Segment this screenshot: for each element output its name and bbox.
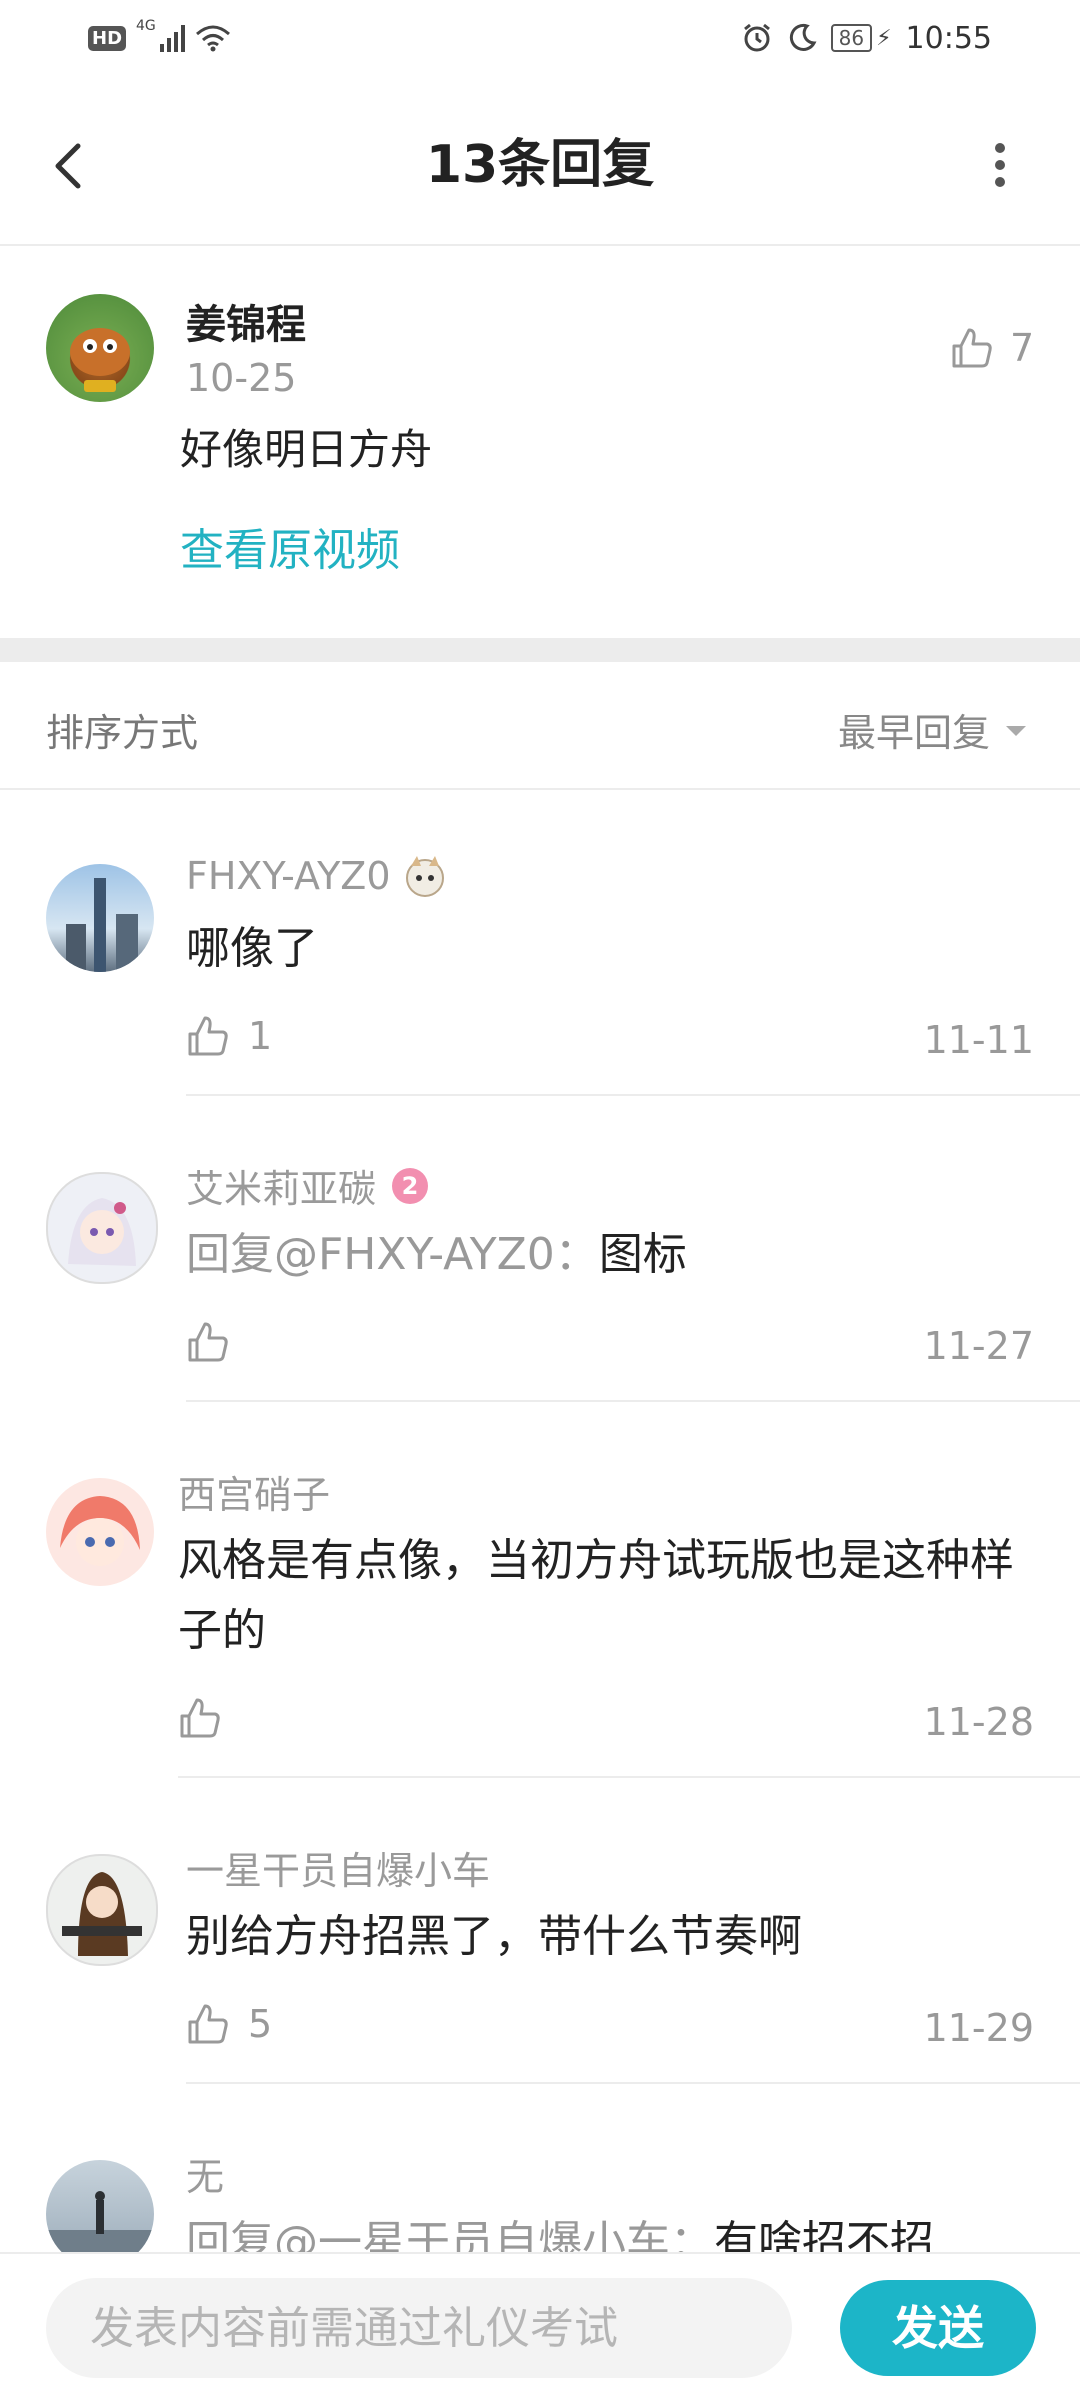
sort-value: 最早回复	[837, 711, 990, 755]
reply-date: 11-29	[923, 2006, 1034, 2050]
reply-author[interactable]: 无	[186, 2146, 224, 2201]
avatar-image	[68, 1198, 136, 1266]
thumbs-up-icon	[188, 1322, 228, 1362]
status-left: HD 4G	[88, 18, 231, 58]
moon-icon	[789, 23, 817, 51]
reply-mention[interactable]: 回复@一星干员自爆小车：	[186, 2217, 714, 2252]
reply-text: 别给方舟招黑了，带什么节奏啊	[186, 1911, 802, 1962]
reply-author[interactable]: FHXY-AYZ0	[186, 854, 391, 898]
thumbs-up-icon	[188, 1016, 228, 1056]
level-2-badge-icon: 2	[392, 1167, 429, 1204]
avatar-image	[66, 878, 138, 972]
avatar[interactable]	[46, 2160, 154, 2252]
comment-text: 好像明日方舟	[180, 425, 433, 474]
reply-text: 图标	[598, 1229, 687, 1280]
reply-author[interactable]: 西宫硝子	[178, 1464, 330, 1519]
reply-like-button[interactable]	[186, 1320, 248, 1364]
list-item: FHXY-AYZ0 哪像了 1 11-11	[0, 790, 1080, 1096]
comment-input[interactable]	[46, 2278, 792, 2378]
avatar[interactable]	[46, 294, 154, 402]
thumbs-up-icon	[180, 1698, 220, 1738]
page-title: 13条回复	[425, 135, 655, 195]
like-count: 7	[1010, 326, 1035, 370]
sort-row: 排序方式 最早回复	[0, 662, 1080, 788]
reply-author[interactable]: 艾米莉亚碳	[186, 1158, 376, 1213]
status-right: 86 ⚡ 10:55	[741, 18, 992, 58]
avatar-sticker-icon	[405, 856, 444, 897]
avatar[interactable]	[46, 864, 154, 972]
sort-dropdown[interactable]: 最早回复	[838, 702, 1030, 757]
list-item: 艾米莉亚碳 2 回复@FHXY-AYZ0：图标 11-27	[0, 1096, 1080, 1402]
chevron-down-icon	[1006, 725, 1026, 736]
hd-icon: HD	[88, 25, 127, 51]
charging-icon: ⚡	[876, 25, 892, 51]
send-button[interactable]: 发送	[840, 2280, 1036, 2376]
reply-header: FHXY-AYZ0	[186, 852, 449, 900]
reply-date: 11-11	[923, 1018, 1034, 1062]
list-item: 西宫硝子 风格是有点像，当初方舟试玩版也是这种样子的 11-28	[0, 1402, 1080, 1778]
avatar-image	[46, 2191, 154, 2252]
reply-text: 有啥招不招	[714, 2217, 934, 2252]
comment-date: 10-25	[186, 356, 297, 400]
section-gap	[0, 638, 1080, 662]
reply-date: 11-27	[923, 1324, 1034, 1368]
reply-header: 艾米莉亚碳 2	[186, 1158, 430, 1213]
battery-icon: 86	[830, 24, 873, 52]
avatar[interactable]	[46, 1172, 158, 1284]
network-type: 4G	[136, 18, 156, 34]
signal-icon	[159, 24, 185, 52]
main-comment: 姜锦程 10-25 好像明日方舟 查看原视频 7	[0, 246, 1080, 638]
thumbs-up-icon	[952, 328, 992, 368]
sort-label: 排序方式	[46, 711, 199, 755]
alarm-icon	[743, 23, 770, 52]
view-original-video-link[interactable]: 查看原视频	[180, 514, 400, 578]
back-button[interactable]	[40, 126, 100, 206]
list-item: 无 回复@一星干员自爆小车：有啥招不招	[0, 2084, 1080, 2252]
comment-author[interactable]: 姜锦程	[186, 292, 306, 350]
reply-date: 11-28	[923, 1700, 1034, 1744]
thumbs-up-icon	[188, 2004, 228, 2044]
avatar[interactable]	[46, 1854, 158, 1966]
more-button[interactable]	[970, 130, 1030, 210]
comment-composer: 发送	[0, 2252, 1080, 2402]
reply-like-button[interactable]: 5	[186, 2002, 272, 2046]
reply-text-line: 回复@FHXY-AYZ0：图标	[186, 1220, 687, 1290]
status-time: 10:55	[905, 20, 992, 56]
avatar-image	[62, 1872, 142, 1956]
title-bar: 13条回复	[0, 90, 1080, 240]
back-arrow-icon	[55, 143, 81, 189]
like-count: 1	[248, 1014, 273, 1058]
reply-like-button[interactable]: 1	[186, 1014, 272, 1058]
reply-author[interactable]: 一星干员自爆小车	[186, 1840, 490, 1895]
reply-mention[interactable]: 回复@FHXY-AYZ0：	[186, 1229, 599, 1280]
avatar[interactable]	[46, 1478, 154, 1586]
status-bar: HD 4G 86 ⚡ 10:55	[0, 0, 1080, 80]
list-item: 一星干员自爆小车 别给方舟招黑了，带什么节奏啊 5 11-29	[0, 1778, 1080, 2084]
like-button[interactable]: 7	[950, 326, 1034, 370]
reply-like-button[interactable]	[178, 1696, 240, 1740]
avatar-image	[70, 328, 130, 392]
reply-text-line: 回复@一星干员自爆小车：有啥招不招	[186, 2208, 934, 2252]
more-vertical-icon	[995, 143, 1005, 187]
wifi-icon	[195, 25, 230, 52]
like-count: 5	[248, 2002, 273, 2046]
reply-text: 风格是有点像，当初方舟试玩版也是这种样子的	[178, 1535, 1014, 1656]
reply-text: 哪像了	[186, 923, 318, 974]
svg-text:2: 2	[402, 1172, 419, 1200]
avatar-image	[60, 1496, 140, 1566]
